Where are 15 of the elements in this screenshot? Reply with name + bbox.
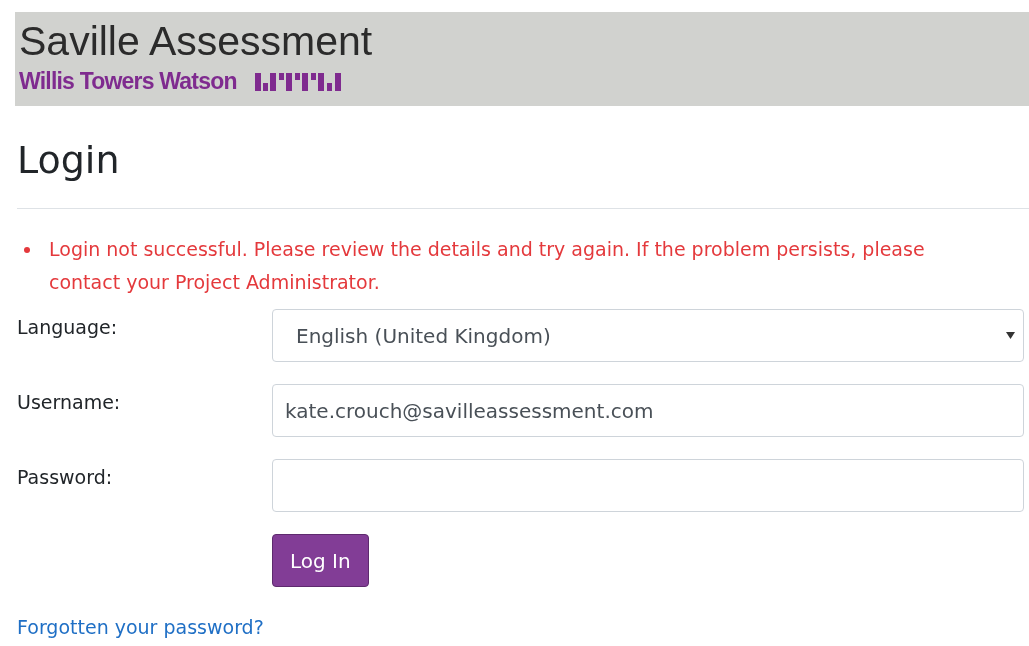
field-label: Language: (17, 315, 119, 340)
login-button[interactable]: Log In (272, 534, 369, 587)
input-field[interactable] (272, 459, 1024, 512)
field-label: Password: (17, 465, 114, 490)
brand-title: Saville Assessment (19, 18, 373, 64)
page-heading: Login (17, 137, 121, 184)
error-message: Login not successful. Please review the details and try again. If the problem persists, please contact your Project Administrator. (49, 237, 926, 295)
forgot-password-link[interactable]: Forgotten your password? (17, 616, 264, 638)
language-select[interactable]: English (United Kingdom) (272, 309, 1024, 362)
input-field[interactable]: kate.crouch@savilleassessment.com (272, 384, 1024, 437)
logo-icon (254, 71, 343, 91)
caret-icon (1006, 332, 1015, 339)
bullet-icon (24, 247, 30, 253)
field-label: Username: (17, 390, 122, 415)
brand-subtitle: Willis Towers Watson (19, 67, 237, 95)
